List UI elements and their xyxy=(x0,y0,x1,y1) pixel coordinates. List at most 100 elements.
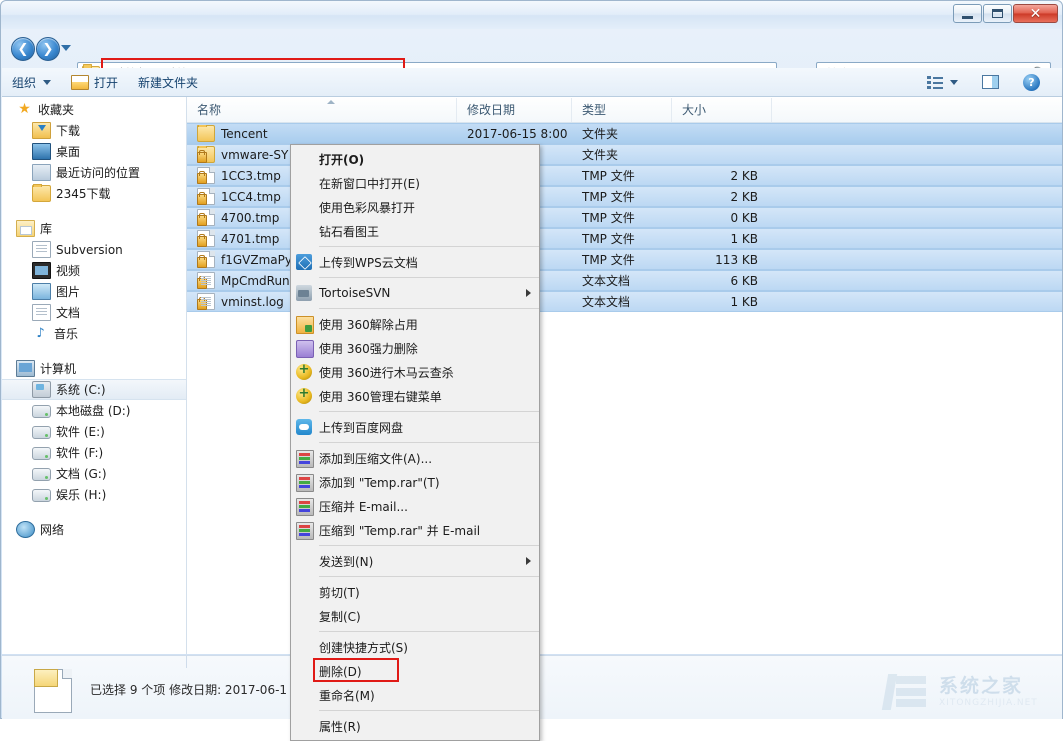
context-menu-item[interactable]: 属性(R) xyxy=(291,714,539,738)
context-menu-item[interactable]: 上传到WPS云文档 xyxy=(291,250,539,274)
pictures-icon xyxy=(32,283,51,300)
360-unlock-icon xyxy=(296,316,314,334)
recent-pages-dropdown-icon[interactable] xyxy=(61,45,71,51)
nav-item[interactable]: ♪ 音乐 xyxy=(2,323,186,344)
context-menu-item-label: 创建快捷方式(S) xyxy=(319,640,408,655)
navigation-pane[interactable]: ★ 收藏夹 下载 桌面最近访问的位置 2345下载库 Subversion 视频 图片 文档 ♪ 音… xyxy=(2,97,187,654)
cell-type: 文件夹 xyxy=(582,127,619,141)
change-view-button[interactable] xyxy=(917,71,968,93)
context-menu-item[interactable]: 剪切(T) xyxy=(291,580,539,604)
nav-item[interactable]: 桌面 xyxy=(2,141,186,162)
context-menu-item[interactable]: 使用 360解除占用 xyxy=(291,312,539,336)
nav-group-spacer xyxy=(2,505,186,517)
cell-type: TMP 文件 xyxy=(582,190,635,204)
context-menu-item[interactable]: 添加到压缩文件(A)... xyxy=(291,446,539,470)
forward-button[interactable]: ❯ xyxy=(36,37,60,61)
nav-item[interactable]: 视频 xyxy=(2,260,186,281)
preview-pane-button[interactable] xyxy=(972,71,1009,93)
column-header-name-label: 名称 xyxy=(197,102,222,117)
file-name: f1GVZmaPy xyxy=(221,252,292,267)
context-menu-item[interactable]: 使用 360进行木马云查杀 xyxy=(291,360,539,384)
file-name: vminst.log xyxy=(221,294,284,309)
context-menu-item[interactable]: 删除(D) xyxy=(291,659,539,683)
nav-item[interactable]: 软件 (E:) xyxy=(2,421,186,442)
context-menu-item[interactable]: 发送到(N) xyxy=(291,549,539,573)
nav-item[interactable]: 系统 (C:) xyxy=(2,379,186,400)
context-menu-item[interactable]: 钻石看图王 xyxy=(291,219,539,243)
context-menu-item[interactable]: 压缩到 "Temp.rar" 并 E-mail xyxy=(291,518,539,542)
folder-icon xyxy=(197,125,215,142)
context-menu-item[interactable]: 复制(C) xyxy=(291,604,539,628)
nav-item[interactable]: Subversion xyxy=(2,239,186,260)
context-menu-item[interactable]: 添加到 "Temp.rar"(T) xyxy=(291,470,539,494)
nav-group-header[interactable]: 网络 xyxy=(2,519,186,540)
context-menu-item[interactable]: 打开(O) xyxy=(291,147,539,171)
nav-item-label: 最近访问的位置 xyxy=(56,166,141,180)
command-toolbar: 组织 打开 新建文件夹 ? xyxy=(2,68,1062,97)
nav-item[interactable]: 下载 xyxy=(2,120,186,141)
context-menu-item-label: 上传到WPS云文档 xyxy=(319,255,418,270)
context-menu-item[interactable]: 重命名(M) xyxy=(291,683,539,707)
nav-group-header[interactable]: 库 xyxy=(2,218,186,239)
minimize-icon xyxy=(962,15,973,19)
organize-button[interactable]: 组织 xyxy=(2,71,61,93)
context-menu[interactable]: 打开(O) 在新窗口中打开(E) 使用色彩风暴打开钻石看图王上传到WPS云文档 Tor… xyxy=(290,144,540,741)
column-header-size[interactable]: 大小 xyxy=(672,97,772,122)
drive-icon xyxy=(32,489,51,502)
context-menu-item[interactable]: TortoiseSVN xyxy=(291,281,539,305)
maximize-button[interactable] xyxy=(983,4,1012,23)
help-button[interactable]: ? xyxy=(1013,71,1050,93)
table-row[interactable]: Tencent 2017-06-15 8:00 文件夹 xyxy=(187,123,1062,144)
new-folder-button[interactable]: 新建文件夹 xyxy=(128,71,208,93)
nav-item[interactable]: 软件 (F:) xyxy=(2,442,186,463)
nav-item-label: 文档 (G:) xyxy=(56,467,107,481)
tmp-file-icon xyxy=(197,209,215,226)
chevron-down-icon xyxy=(43,79,52,85)
lock-icon xyxy=(197,150,207,163)
nav-item[interactable]: 本地磁盘 (D:) xyxy=(2,400,186,421)
nav-item-label: 本地磁盘 (D:) xyxy=(56,404,131,418)
context-menu-item[interactable]: 使用色彩风暴打开 xyxy=(291,195,539,219)
nav-group: 计算机 系统 (C:) 本地磁盘 (D:) 软件 (E:) 软件 (F:) 文档 (G:)… xyxy=(2,358,186,505)
baidu-pan-icon xyxy=(296,419,312,435)
nav-item[interactable]: 2345下载 xyxy=(2,183,186,204)
minimize-button[interactable] xyxy=(953,4,982,23)
videos-icon xyxy=(32,262,51,279)
context-menu-item-label: 上传到百度网盘 xyxy=(319,420,404,435)
list-view-icon xyxy=(927,75,943,89)
nav-item[interactable]: 图片 xyxy=(2,281,186,302)
folder-icon xyxy=(197,146,215,163)
nav-group-header[interactable]: 计算机 xyxy=(2,358,186,379)
file-name: Tencent xyxy=(221,126,268,141)
nav-item[interactable]: 文档 (G:) xyxy=(2,463,186,484)
context-menu-item[interactable]: 在新窗口中打开(E) xyxy=(291,171,539,195)
lock-icon xyxy=(197,255,207,268)
open-label: 打开 xyxy=(94,75,119,90)
close-button[interactable]: ✕ xyxy=(1013,4,1058,23)
submenu-arrow-icon xyxy=(526,557,531,565)
nav-group-header[interactable]: ★ 收藏夹 xyxy=(2,99,186,120)
star-icon: ★ xyxy=(18,101,31,117)
nav-item[interactable]: 文档 xyxy=(2,302,186,323)
column-header-date[interactable]: 修改日期 xyxy=(457,97,572,122)
cell-size: 1 KB xyxy=(730,231,758,246)
cell-size: 0 KB xyxy=(730,210,758,225)
context-menu-item[interactable]: 上传到百度网盘 xyxy=(291,415,539,439)
open-button[interactable]: 打开 xyxy=(61,71,128,93)
column-header-name[interactable]: 名称 xyxy=(187,97,457,122)
context-menu-item[interactable]: 使用 360管理右键菜单 xyxy=(291,384,539,408)
nav-item[interactable]: 娱乐 (H:) xyxy=(2,484,186,505)
context-menu-item[interactable]: 创建快捷方式(S) xyxy=(291,635,539,659)
column-header-type[interactable]: 类型 xyxy=(572,97,672,122)
context-menu-item[interactable]: 使用 360强力删除 xyxy=(291,336,539,360)
file-name: vmware-SY xyxy=(221,147,289,162)
cell-size: 6 KB xyxy=(730,273,758,288)
cell-type: TMP 文件 xyxy=(582,211,635,225)
nav-item-label: 软件 (F:) xyxy=(56,446,104,460)
open-folder-icon xyxy=(71,74,90,90)
context-menu-item[interactable]: 压缩并 E-mail... xyxy=(291,494,539,518)
context-menu-item-label: 使用色彩风暴打开 xyxy=(319,200,416,215)
nav-item-label: 娱乐 (H:) xyxy=(56,488,107,502)
back-button[interactable]: ❮ xyxy=(11,37,35,61)
nav-item[interactable]: 最近访问的位置 xyxy=(2,162,186,183)
